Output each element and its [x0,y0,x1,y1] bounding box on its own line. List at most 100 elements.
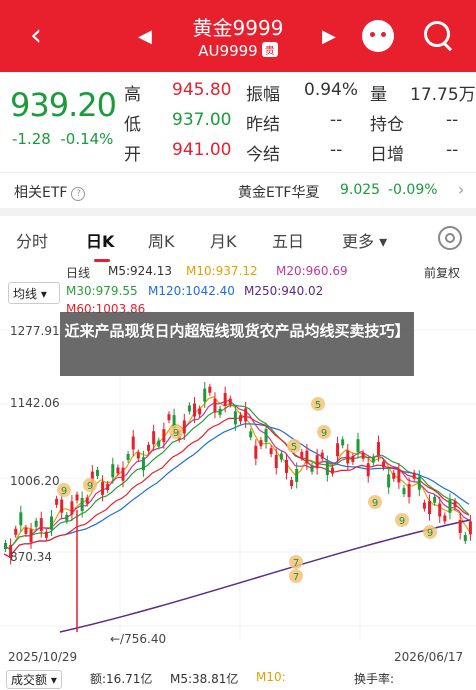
candle-body [443,515,447,522]
value-settle: -- [330,140,343,160]
robot-icon[interactable] [362,20,394,52]
value-daily-add: -- [446,140,459,160]
ma30: M30:979.55 [66,284,138,298]
candle-body [320,452,324,459]
adjust-toggle[interactable]: 前复权 [424,264,460,281]
candle-body [371,456,375,463]
current-price: 939.20 [10,86,117,124]
candle-body [198,408,202,415]
candle-body [284,459,288,473]
candle-body [193,403,197,417]
label-volume: 量 [370,85,387,105]
candle-body [361,452,365,459]
signal-marker-label: 5 [291,442,297,453]
candle-body [269,448,273,455]
candle-body [458,520,462,534]
candle-body [187,405,191,412]
volume-value: 额:16.71亿 [90,672,153,686]
candle-body [19,512,23,526]
candle-body [315,455,319,469]
ma20: M20:960.69 [276,264,348,278]
candle-body [116,467,120,474]
candle-body [376,442,380,456]
candle-body [351,455,355,462]
subtitle: AU9999 贵 [0,42,476,60]
etf-change: -0.09% [388,182,438,198]
value-volume: 17.75万 [410,85,476,105]
badge: 贵 [261,42,278,57]
candle-body [208,386,212,393]
top-bar: ‹ ◀ ▶ 黄金9999 AU9999 贵 [0,0,476,72]
candle-body [417,476,421,490]
candle-body [290,480,294,487]
candle-body [428,500,432,514]
page-title: 黄金9999 [192,16,284,40]
candle-body [356,439,360,453]
candle-body [131,436,135,450]
tab-weekly[interactable]: 周K [148,228,175,252]
candle-body [274,454,278,468]
value-open-interest: -- [446,110,459,130]
chevron-right-icon: › [458,180,465,199]
signal-marker-label: 5 [315,400,321,411]
candle-body [233,411,237,425]
ma-label-day: 日线 [66,266,91,280]
tab-more[interactable]: 更多 ▾ [342,228,387,252]
signal-marker-label: 9 [399,516,405,527]
tab-intraday[interactable]: 分时 [16,228,48,252]
label-low: 低 [124,115,141,135]
y-tick: 1142.06 [10,396,60,410]
candle-body [382,461,386,468]
candle-body [305,450,309,464]
signal-marker-label: 9 [372,498,378,509]
candle-body [152,431,156,445]
candle-body [422,502,426,509]
candle-body [325,462,329,476]
candle-body [44,531,48,538]
candle-body [75,494,79,501]
settings-icon[interactable] [438,226,462,250]
ma250-line [59,519,471,633]
tab-five-day[interactable]: 五日 [272,228,304,252]
divider [0,172,476,173]
etf-row[interactable]: 相关ETF? 黄金ETF华夏 9.025 -0.09% › [0,174,476,208]
y-tick: 1277.91 [10,324,60,338]
tab-monthly[interactable]: 月K [210,228,237,252]
candle-body [182,420,186,434]
signal-marker-label: 9 [321,428,327,439]
ma250: M250:940.02 [244,284,324,298]
y-tick: 870.34 [10,550,52,564]
label-prev-settle: 昨结 [246,115,280,135]
candle-body [300,451,304,458]
candle-body [249,431,253,438]
candle-body [279,453,283,460]
candle-body [203,388,207,402]
candle-body [341,439,345,446]
candle-body [468,521,472,535]
tab-daily[interactable]: 日K [86,228,114,262]
section-gap [0,208,476,216]
candle-body [239,415,242,422]
label-open: 开 [124,145,141,165]
volume-select[interactable]: 成交额 ▾ [6,670,62,689]
candle-body [244,408,248,422]
price-change: -1.28 -0.14% [12,130,114,148]
label-high: 高 [124,85,141,105]
label-open-interest: 持仓 [370,115,404,135]
candle-body [121,467,125,481]
candle-body [387,474,391,488]
volume-m5: M5:38.81亿 [170,672,239,686]
candle-body [295,468,299,482]
candle-body [157,440,161,447]
candle-body [223,392,227,406]
signal-marker-label: 9 [87,481,93,492]
candle-body [49,516,53,530]
search-icon[interactable] [424,21,450,47]
candle-body [453,501,457,508]
ma10: M10:937.12 [186,264,258,278]
candle-body [55,498,59,505]
candle-body [106,483,110,490]
ma-select[interactable]: 均线 ▾ [8,282,60,304]
value-high: 945.80 [172,80,232,100]
candle-body [264,429,268,443]
